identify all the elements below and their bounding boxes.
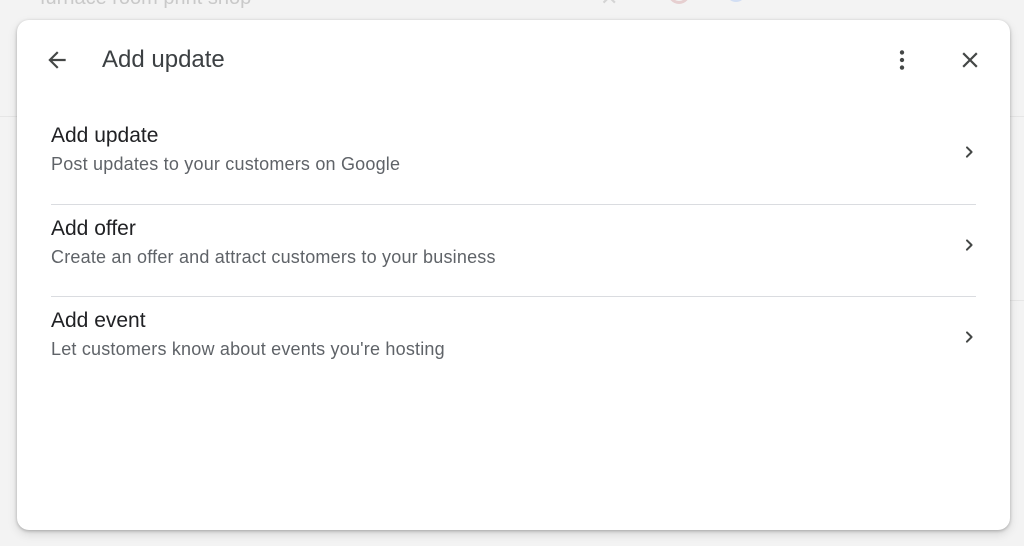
arrow-back-icon <box>48 51 66 69</box>
background-clear-icon: ✕ <box>600 0 618 18</box>
list-item-subtitle: Create an offer and attract customers to… <box>51 247 496 267</box>
list-item-subtitle: Post updates to your customers on Google <box>51 154 401 174</box>
background-search-icon <box>726 0 746 2</box>
list-item-subtitle: Let customers know about events you're h… <box>51 339 445 359</box>
background-divider <box>1010 300 1024 301</box>
background-search-bar: furnace room print shop ✕ <box>0 0 780 18</box>
chevron-right-icon <box>965 239 973 251</box>
list-item-title: Add event <box>51 309 146 332</box>
background-divider <box>1010 116 1024 117</box>
background-lens-icon <box>668 0 690 4</box>
dialog-title: Add update <box>102 46 225 73</box>
list-item-add-update[interactable]: Add update Post updates to your customer… <box>51 112 976 204</box>
close-button[interactable] <box>950 40 990 80</box>
list-item-title: Add offer <box>51 217 136 240</box>
more-options-button[interactable] <box>882 40 922 80</box>
chevron-right-icon <box>965 146 973 158</box>
list-item-title: Add update <box>51 124 159 147</box>
list-item-add-event[interactable]: Add event Let customers know about event… <box>51 296 976 388</box>
update-type-list: Add update Post updates to your customer… <box>51 112 976 388</box>
close-icon <box>962 52 978 68</box>
more-vert-icon <box>899 50 905 70</box>
chevron-right-icon <box>965 331 973 343</box>
back-button[interactable] <box>37 40 77 80</box>
background-search-text: furnace room print shop <box>40 0 251 9</box>
dialog-header: Add update <box>17 20 1010 100</box>
list-item-add-offer[interactable]: Add offer Create an offer and attract cu… <box>51 204 976 296</box>
add-update-dialog: Add update Add update Post updates to yo… <box>17 20 1010 530</box>
